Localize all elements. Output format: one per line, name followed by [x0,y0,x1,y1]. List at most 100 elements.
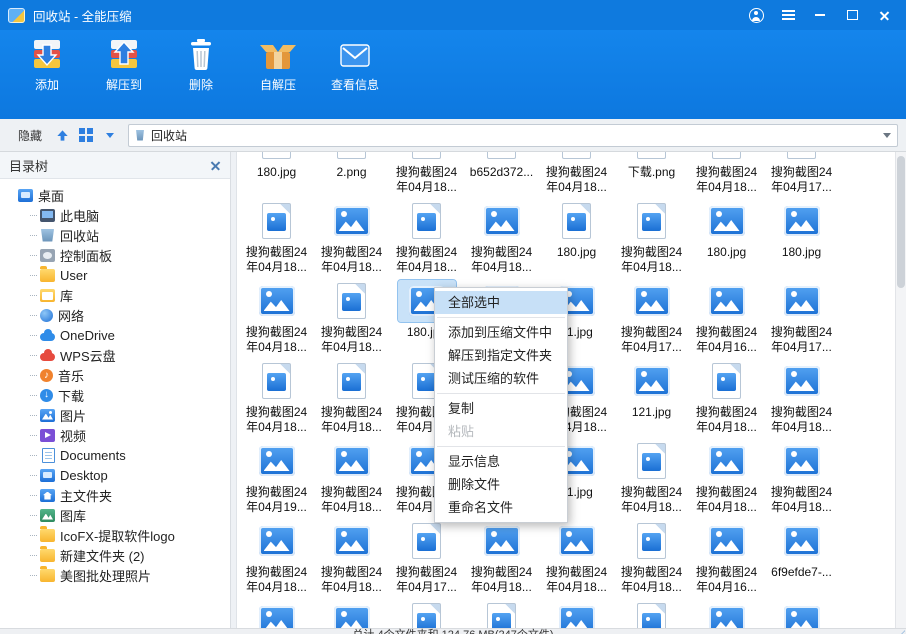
file-item[interactable]: 搜狗截图24 年04月18... [239,200,314,280]
main-menu-button[interactable] [778,3,798,27]
view-grid-button[interactable] [74,124,98,146]
file-item[interactable] [464,600,539,628]
context-menu-item[interactable]: 复制 [435,397,567,420]
address-input[interactable]: 回收站 [128,124,898,147]
tree-item[interactable]: 视频 [0,425,230,445]
file-item[interactable]: 搜狗截图24 年04月17... [614,280,689,360]
file-item[interactable]: 搜狗截图24 年04月18... [689,440,764,520]
tree-item[interactable]: 新建文件夹 (2) [0,545,230,565]
context-menu-item[interactable]: 测试压缩的软件 [435,367,567,390]
file-item[interactable] [239,600,314,628]
file-item[interactable]: 搜狗截图24 年04月18... [239,520,314,600]
tree-item[interactable]: Desktop [0,465,230,485]
vertical-scrollbar[interactable] [895,152,906,628]
file-item[interactable]: 121.jpg [614,360,689,440]
extract-to-button[interactable]: 解压到 [91,37,157,93]
tree-item[interactable]: 网络 [0,305,230,325]
member-button[interactable] [746,3,766,27]
file-item[interactable]: 搜狗截图24 年04月18... [389,152,464,200]
file-item[interactable]: 6f9efde7-... [764,520,839,600]
file-item[interactable]: 搜狗截图24 年04月19... [239,440,314,520]
file-item[interactable]: 搜狗截图24 年04月18... [464,520,539,600]
tree-item[interactable]: 图片 [0,405,230,425]
file-item[interactable]: b652d372... [464,152,539,200]
file-item[interactable]: 搜狗截图24 年04月18... [614,200,689,280]
file-item[interactable]: 搜狗截图24 年04月17... [764,280,839,360]
view-options-button[interactable] [98,124,122,146]
sfx-button[interactable]: 自解压 [245,37,311,93]
tree-item[interactable]: IcoFX-提取软件logo [0,525,230,545]
file-item[interactable]: 搜狗截图24 年04月18... [764,360,839,440]
file-item[interactable]: 搜狗截图24 年04月17... [389,520,464,600]
context-menu-item[interactable]: 重命名文件 [435,496,567,519]
tree-item[interactable]: 回收站 [0,225,230,245]
file-item[interactable]: 搜狗截图24 年04月18... [464,200,539,280]
file-item[interactable]: 搜狗截图24 年04月16... [689,520,764,600]
file-item[interactable] [614,600,689,628]
tree-item[interactable]: 控制面板 [0,245,230,265]
close-button[interactable] [874,3,894,27]
file-item[interactable]: 搜狗截图24 年04月18... [314,440,389,520]
tree-item[interactable]: OneDrive [0,325,230,345]
tree-item[interactable]: 美图批处理照片 [0,565,230,585]
file-icon-frame [248,152,306,162]
context-menu-item[interactable]: 全部选中 [435,291,567,314]
file-item[interactable]: 180.jpg [689,200,764,280]
file-item[interactable]: 搜狗截图24 年04月18... [239,360,314,440]
file-item[interactable]: 搜狗截图24 年04月17... [764,152,839,200]
tree-item-label: WPS云盘 [60,346,116,365]
file-item[interactable]: 搜狗截图24 年04月18... [689,360,764,440]
file-item[interactable]: 搜狗截图24 年04月18... [239,280,314,360]
context-menu-item[interactable]: 删除文件 [435,473,567,496]
file-item[interactable] [764,600,839,628]
file-item[interactable]: 搜狗截图24 年04月18... [614,440,689,520]
file-item[interactable] [389,600,464,628]
tree-item[interactable]: 音乐 [0,365,230,385]
tree-item[interactable]: 此电脑 [0,205,230,225]
member-icon [749,8,764,23]
tree-item[interactable]: 库 [0,285,230,305]
address-dropdown-icon[interactable] [883,133,891,138]
file-item[interactable]: 搜狗截图24 年04月16... [689,280,764,360]
add-button[interactable]: 添加 [14,37,80,93]
file-item[interactable]: 搜狗截图24 年04月18... [314,280,389,360]
tree-item-icon [40,489,55,502]
file-item[interactable]: 搜狗截图24 年04月18... [314,360,389,440]
context-menu-item[interactable]: 解压到指定文件夹 [435,344,567,367]
resize-grip[interactable] [893,630,905,634]
file-item[interactable]: 搜狗截图24 年04月18... [314,200,389,280]
up-level-button[interactable] [50,124,74,146]
file-item[interactable] [689,600,764,628]
file-item[interactable]: 搜狗截图24 年04月18... [689,152,764,200]
file-item[interactable]: 搜狗截图24 年04月18... [539,520,614,600]
scrollbar-thumb[interactable] [897,156,905,288]
file-name: 搜狗截图24 年04月18... [246,565,307,595]
close-sidebar-button[interactable] [210,160,221,171]
tree-item[interactable]: 图库 [0,505,230,525]
file-item[interactable]: 180.jpg [239,152,314,200]
file-item[interactable] [539,600,614,628]
view-info-button[interactable]: 查看信息 [322,37,388,93]
maximize-button[interactable] [842,3,862,27]
minimize-button[interactable] [810,3,830,27]
tree-item[interactable]: WPS云盘 [0,345,230,365]
hide-panel-button[interactable]: 隐藏 [10,124,50,147]
file-item[interactable]: 搜狗截图24 年04月18... [314,520,389,600]
tree-item[interactable]: 下载 [0,385,230,405]
tree-item[interactable]: User [0,265,230,285]
file-item[interactable]: 搜狗截图24 年04月18... [614,520,689,600]
file-item[interactable]: 搜狗截图24 年04月18... [389,200,464,280]
file-item[interactable]: 下载.png [614,152,689,200]
file-item[interactable]: 搜狗截图24 年04月18... [539,152,614,200]
file-item[interactable]: 搜狗截图24 年04月18... [764,440,839,520]
tree-item[interactable]: 主文件夹 [0,485,230,505]
tree-item[interactable]: Documents [0,445,230,465]
file-item[interactable]: 180.jpg [764,200,839,280]
context-menu-item[interactable]: 显示信息 [435,450,567,473]
file-item[interactable]: 2.png [314,152,389,200]
file-item[interactable] [314,600,389,628]
file-item[interactable]: 180.jpg [539,200,614,280]
delete-button[interactable]: 删除 [168,37,234,93]
tree-item[interactable]: 桌面 [0,185,230,205]
context-menu-item[interactable]: 添加到压缩文件中 [435,321,567,344]
